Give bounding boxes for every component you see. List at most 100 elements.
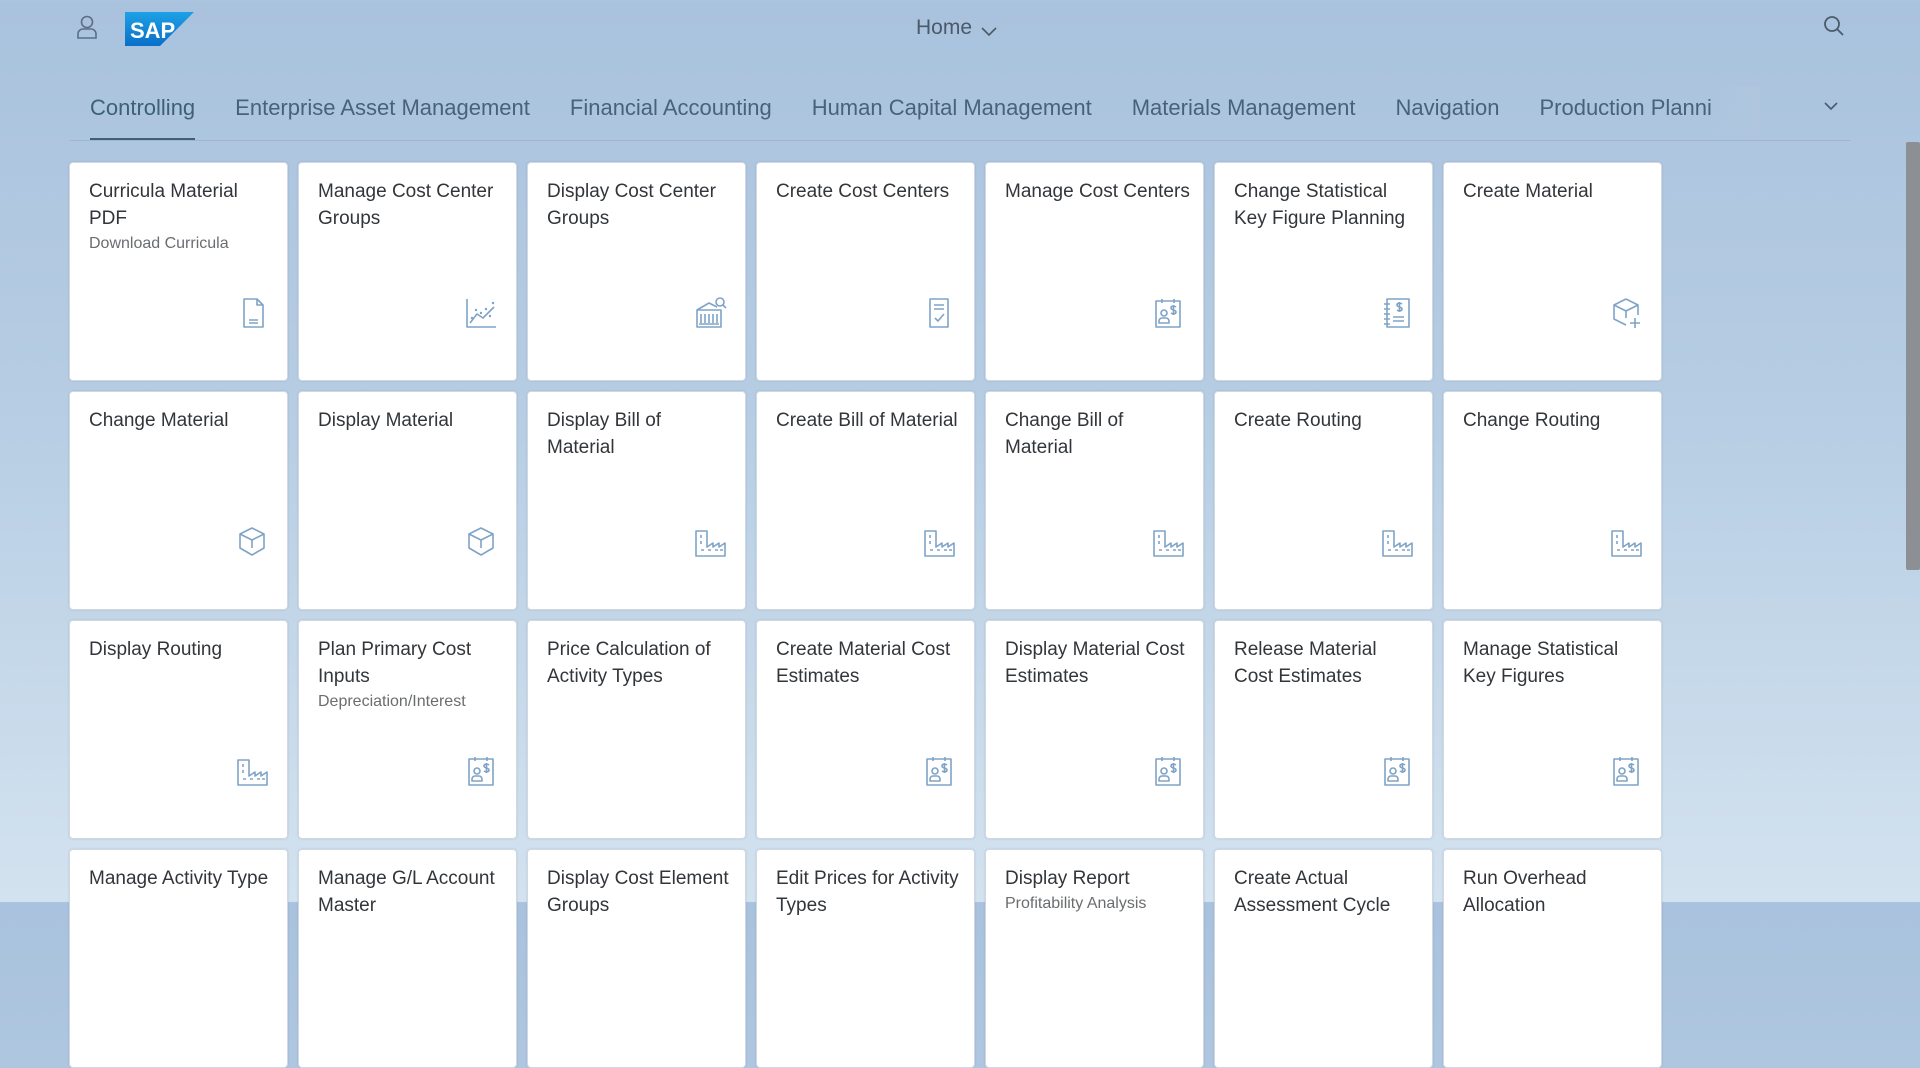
tile-title: Manage G/L Account Master	[318, 865, 503, 919]
page-title: Home	[916, 16, 973, 39]
notebook-dollar-icon	[1380, 296, 1414, 330]
tile-title-text: Edit Prices for Activity Types	[776, 868, 959, 916]
app-tile-create-material-cost-estimates[interactable]: Create Material Cost Estimates	[756, 620, 975, 839]
tile-title: Manage Activity Type	[89, 865, 274, 892]
tile-title-text: Manage Cost Centers	[1005, 181, 1190, 202]
tile-title-text: Change Material	[89, 410, 229, 431]
app-tile-manage-cost-centers[interactable]: Manage Cost Centers	[985, 162, 1204, 381]
checklist-icon	[922, 296, 956, 330]
tile-title: Create Cost Centers	[776, 178, 961, 205]
factory-icon	[693, 525, 727, 559]
tile-title-text: Change Bill of Material	[1005, 410, 1124, 458]
factory-icon	[235, 754, 269, 788]
cost-card-icon	[1609, 754, 1643, 788]
tile-title: Display Routing	[89, 636, 274, 663]
tile-title-text: Display Cost Element Groups	[547, 868, 729, 916]
tile-title-text: Display Material	[318, 410, 454, 431]
app-tile-manage-cost-center-groups[interactable]: Manage Cost Center Groups	[298, 162, 517, 381]
tab-enterprise-asset-management[interactable]: Enterprise Asset Management	[235, 86, 530, 140]
tile-title-text: Release Material Cost Estimates	[1234, 639, 1377, 687]
app-tile-display-material[interactable]: Display Material	[298, 391, 517, 610]
tile-title-text: Change Statistical Key Figure Planning	[1234, 181, 1406, 229]
cost-card-icon	[1151, 296, 1185, 330]
tile-title: Plan Primary Cost Inputs Depreciation/Int…	[318, 636, 503, 714]
app-tile-display-cost-element-groups[interactable]: Display Cost Element Groups	[527, 849, 746, 1068]
app-tile-display-material-cost-estimates[interactable]: Display Material Cost Estimates	[985, 620, 1204, 839]
app-tile-change-material[interactable]: Change Material	[69, 391, 288, 610]
tile-title: Create Bill of Material	[776, 407, 961, 434]
tab-financial-accounting[interactable]: Financial Accounting	[570, 86, 772, 140]
tab-navigation[interactable]: Navigation	[1396, 86, 1500, 140]
tile-title: Curricula Material PDF Download Curricula	[89, 178, 274, 256]
tile-title: Release Material Cost Estimates	[1234, 636, 1419, 690]
sap-logo[interactable]: SAP	[125, 12, 194, 46]
tile-title: Display Cost Element Groups	[547, 865, 732, 919]
app-tile-change-bill-of-material[interactable]: Change Bill of Material	[985, 391, 1204, 610]
tile-title-text: Manage Activity Type	[89, 868, 269, 889]
tile-title-text: Create Material	[1463, 181, 1593, 202]
tile-title-text: Create Cost Centers	[776, 181, 950, 202]
search-icon[interactable]	[1823, 15, 1845, 37]
factory-icon	[1609, 525, 1643, 559]
app-tile-change-routing[interactable]: Change Routing	[1443, 391, 1662, 610]
home-title-menu[interactable]: Home	[916, 14, 998, 42]
cost-card-icon	[1380, 754, 1414, 788]
app-tile-create-routing[interactable]: Create Routing	[1214, 391, 1433, 610]
tabs-overflow-button[interactable]	[1815, 90, 1847, 122]
app-tile-manage-activity-type[interactable]: Manage Activity Type	[69, 849, 288, 1068]
tile-subtitle: Depreciation/Interest	[318, 693, 466, 710]
tile-title: Change Routing	[1463, 407, 1648, 434]
app-tile-change-statistical-key-figure-planning[interactable]: Change Statistical Key Figure Planning	[1214, 162, 1433, 381]
app-tile-display-report[interactable]: Display Report Profitability Analysis	[985, 849, 1204, 1068]
tile-title-text: Manage Statistical Key Figures	[1463, 639, 1619, 687]
tile-title: Change Bill of Material	[1005, 407, 1190, 461]
app-tile-display-cost-center-groups[interactable]: Display Cost Center Groups	[527, 162, 746, 381]
app-tile-create-bill-of-material[interactable]: Create Bill of Material	[756, 391, 975, 610]
app-tile-run-overhead-allocation[interactable]: Run Overhead Allocation	[1443, 849, 1662, 1068]
tab-controlling[interactable]: Controlling	[90, 86, 196, 140]
tile-title: Manage Statistical Key Figures	[1463, 636, 1648, 690]
tile-grid: Curricula Material PDF Download Curricula…	[69, 162, 1669, 1068]
tile-title: Display Cost Center Groups	[547, 178, 732, 232]
app-tile-display-routing[interactable]: Display Routing	[69, 620, 288, 839]
user-icon[interactable]	[76, 14, 98, 40]
tile-title: Display Bill of Material	[547, 407, 732, 461]
group-tab-bar: Controlling Enterprise Asset Management Fi…	[70, 86, 1850, 141]
app-tile-manage-statistical-key-figures[interactable]: Manage Statistical Key Figures	[1443, 620, 1662, 839]
tile-title-text: Run Overhead Allocation	[1463, 868, 1587, 916]
scrollbar-thumb[interactable]	[1906, 142, 1920, 570]
app-tile-create-cost-centers[interactable]: Create Cost Centers	[756, 162, 975, 381]
app-tile-plan-primary-cost-inputs[interactable]: Plan Primary Cost Inputs Depreciation/Int…	[298, 620, 517, 839]
tile-subtitle: Profitability Analysis	[1005, 895, 1147, 912]
app-tile-curricula-material-pdf[interactable]: Curricula Material PDF Download Curricula	[69, 162, 288, 381]
tile-title: Change Statistical Key Figure Planning	[1234, 178, 1419, 232]
app-tile-edit-prices-for-activity-types[interactable]: Edit Prices for Activity Types	[756, 849, 975, 1068]
tile-title-text: Display Material Cost Estimates	[1005, 639, 1185, 687]
building-search-icon	[693, 296, 727, 330]
app-tile-create-actual-assessment-cycle[interactable]: Create Actual Assessment Cycle	[1214, 849, 1433, 1068]
app-tile-create-material[interactable]: Create Material	[1443, 162, 1662, 381]
tab-materials-management[interactable]: Materials Management	[1132, 86, 1356, 140]
app-tile-display-bill-of-material[interactable]: Display Bill of Material	[527, 391, 746, 610]
tile-title: Display Material	[318, 407, 503, 434]
tile-title-text: Manage G/L Account Master	[318, 868, 495, 916]
tab-production-planni[interactable]: Production Planni	[1539, 86, 1711, 140]
tile-title-text: Change Routing	[1463, 410, 1601, 431]
tile-title: Edit Prices for Activity Types	[776, 865, 961, 919]
app-tile-release-material-cost-estimates[interactable]: Release Material Cost Estimates	[1214, 620, 1433, 839]
cost-card-icon	[464, 754, 498, 788]
tab-human-capital-management[interactable]: Human Capital Management	[812, 86, 1092, 140]
app-tile-price-calculation-of-activity-types[interactable]: Price Calculation of Activity Types	[527, 620, 746, 839]
tile-subtitle: Download Curricula	[89, 235, 229, 252]
line-chart-icon	[464, 296, 498, 330]
group-tabs: Controlling Enterprise Asset Management Fi…	[90, 86, 1750, 140]
tile-title: Create Material Cost Estimates	[776, 636, 961, 690]
add-product-icon	[1609, 296, 1643, 330]
tile-title: Change Material	[89, 407, 274, 434]
tile-title-text: Create Actual Assessment Cycle	[1234, 868, 1391, 916]
tile-title: Create Actual Assessment Cycle	[1234, 865, 1419, 919]
app-tile-manage-g-l-account-master[interactable]: Manage G/L Account Master	[298, 849, 517, 1068]
tile-title: Create Routing	[1234, 407, 1419, 434]
tile-title-text: Display Report	[1005, 868, 1130, 889]
tile-title-text: Display Bill of Material	[547, 410, 662, 458]
